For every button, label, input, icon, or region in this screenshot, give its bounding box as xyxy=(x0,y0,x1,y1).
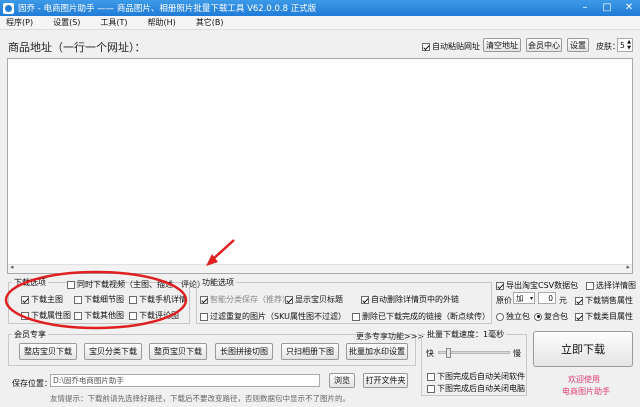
checkbox-icon xyxy=(361,295,369,304)
save-path-input[interactable]: D:\固乔电商图片助手 xyxy=(50,374,320,387)
download-now-button[interactable]: 立即下载 xyxy=(533,331,633,367)
auto-paste-checkbox[interactable]: 自动粘贴网址 xyxy=(422,41,480,52)
annotation-ellipse xyxy=(4,270,188,330)
checkbox-icon xyxy=(427,372,435,381)
checkbox-icon xyxy=(586,281,594,290)
export-csv-checkbox[interactable]: 导出淘宝CSV数据包 xyxy=(496,280,578,291)
slow-label: 慢 xyxy=(513,349,521,358)
radio-icon xyxy=(534,312,542,321)
menu-help[interactable]: 帮助(H) xyxy=(148,17,176,28)
window-title: 固乔 - 电商图片助手 —— 商品图片、相册照片批量下载工具 V62.0.0.8… xyxy=(18,4,317,14)
menu-other[interactable]: 其它(B) xyxy=(196,17,224,28)
checkbox-icon xyxy=(200,295,208,304)
welcome-line-2: 电商图片助手 xyxy=(562,387,610,396)
speed-slider-thumb[interactable] xyxy=(446,348,451,358)
checkbox-icon xyxy=(200,312,208,321)
delete-downloaded-checkbox[interactable]: 删除已下载完成的链接（断点续传） xyxy=(352,311,490,322)
checkbox-icon xyxy=(575,312,583,321)
merged-package-radio[interactable]: 复合包 xyxy=(534,311,568,322)
album-only-download-button[interactable]: 只扫相册下图 xyxy=(281,343,339,360)
auto-shutdown-checkbox[interactable]: 下图完成后自动关闭电脑 xyxy=(427,383,525,394)
save-location-label: 保存位置： xyxy=(12,379,52,388)
checkbox-icon xyxy=(427,384,435,393)
clear-urls-button[interactable]: 清空地址 xyxy=(483,38,521,52)
skin-spinner[interactable]: 5 ▲ ▼ xyxy=(617,38,633,52)
show-title-checkbox[interactable]: 显示宝贝标题 xyxy=(285,294,343,305)
whole-shop-download-button[interactable]: 整店宝贝下载 xyxy=(19,343,77,360)
price-unit: 元 xyxy=(559,296,567,305)
smart-category-checkbox[interactable]: 智能分类保存（推荐） xyxy=(200,294,290,305)
menu-tools[interactable]: 工具(T) xyxy=(100,17,127,28)
settings-button[interactable]: 设置 xyxy=(567,38,589,52)
close-icon[interactable]: ✕ xyxy=(618,0,640,16)
browse-button[interactable]: 浏览 xyxy=(329,373,355,388)
checkbox-icon xyxy=(575,296,583,305)
maximize-icon[interactable]: □ xyxy=(596,0,618,16)
annotation-arrow-shaft xyxy=(211,239,235,261)
menu-settings[interactable]: 设置(S) xyxy=(53,17,80,28)
filter-duplicate-checkbox[interactable]: 过滤重复的图片（SKU属性图不过滤） xyxy=(200,311,346,322)
long-image-split-button[interactable]: 长图拼接切图 xyxy=(215,343,273,360)
url-label: 商品地址（一行一个网址）： xyxy=(8,41,146,54)
batch-watermark-button[interactable]: 批量加水印设置 xyxy=(346,343,408,360)
category-download-button[interactable]: 宝贝分类下载 xyxy=(84,343,142,360)
auto-delete-outer-link-checkbox[interactable]: 自动删除详情页中的外链 xyxy=(361,294,459,305)
radio-icon xyxy=(496,312,504,321)
standalone-package-radio[interactable]: 独立包 xyxy=(496,311,530,322)
feature-options-title: 功能选项 xyxy=(200,277,236,288)
menu-program[interactable]: 程序(P) xyxy=(6,17,33,28)
selective-details-checkbox[interactable]: 选择详情图 xyxy=(586,280,636,291)
checkbox-icon xyxy=(352,312,360,321)
title-bar: 固乔 - 电商图片助手 —— 商品图片、相册照片批量下载工具 V62.0.0.8… xyxy=(0,0,640,16)
app-icon xyxy=(3,2,14,14)
minimize-icon[interactable]: – xyxy=(574,0,596,16)
auto-close-app-checkbox[interactable]: 下图完成后自动关闭软件 xyxy=(427,371,525,382)
checkbox-icon xyxy=(496,281,504,290)
member-center-button[interactable]: 会员中心 xyxy=(526,38,562,52)
open-folder-button[interactable]: 打开文件夹 xyxy=(363,373,408,388)
checkbox-icon xyxy=(422,42,430,51)
tip-text: 友情提示：下载前请先选择好路径，下载后不要改变路径，否则数据包中显示不了图片的。 xyxy=(50,394,350,403)
menu-bar: 程序(P) 设置(S) 工具(T) 帮助(H) 其它(B) xyxy=(0,16,640,30)
more-features-link[interactable]: 更多专享功能>>> xyxy=(356,331,424,342)
price-op-select[interactable]: 加 ▾ xyxy=(513,292,535,304)
welcome-line-1: 欢迎使用 xyxy=(568,375,600,384)
checkbox-icon xyxy=(285,295,293,304)
fast-label: 快 xyxy=(426,349,434,358)
batch-speed-label: 批量下载速度：1毫秒 xyxy=(425,329,507,340)
download-category-attr-checkbox[interactable]: 下载类目属性 xyxy=(575,311,633,322)
whole-page-download-button[interactable]: 整页宝贝下载 xyxy=(149,343,207,360)
member-title: 会员专享 xyxy=(12,329,48,340)
price-label: 原价 xyxy=(496,296,512,305)
download-sales-attr-checkbox[interactable]: 下载销售属性 xyxy=(575,295,633,306)
speed-slider[interactable] xyxy=(438,348,510,358)
price-value-input[interactable]: 0 xyxy=(538,292,556,304)
